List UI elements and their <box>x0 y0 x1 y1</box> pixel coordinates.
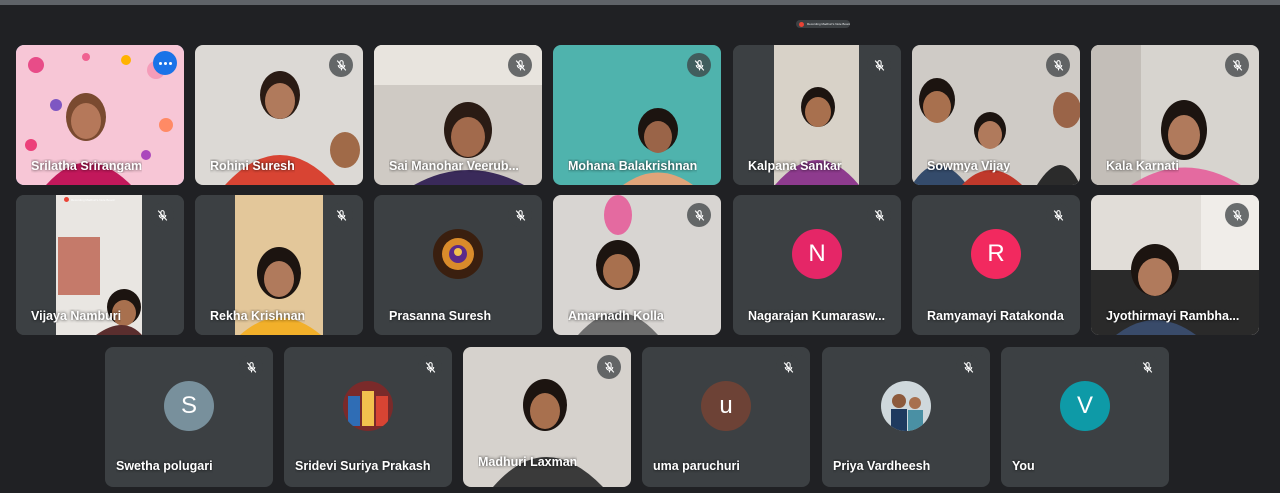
participant-tile-srilatha[interactable]: Srilatha Srirangam <box>16 45 184 185</box>
participant-name: Vijaya Namburi <box>31 309 122 323</box>
participant-tile-priya[interactable]: Priya Vardheesh <box>822 347 990 487</box>
participant-tile-sridevi[interactable]: Sridevi Suriya Prakash <box>284 347 452 487</box>
participant-name: Sowmya Vijay <box>927 159 1011 173</box>
mic-off-icon <box>1046 203 1070 227</box>
recording-text: Recording Madhuri's Note Board <box>807 22 850 26</box>
participant-name: uma paruchuri <box>653 459 740 473</box>
initial-avatar: S <box>164 380 214 431</box>
mic-off-icon <box>1225 203 1249 227</box>
participant-tile-mohana[interactable]: Mohana Balakrishnan <box>553 45 721 185</box>
participant-tile-kala[interactable]: Kala Karnati <box>1091 45 1259 185</box>
participant-name: Mohana Balakrishnan <box>568 159 698 173</box>
participant-name: Prasanna Suresh <box>389 309 492 323</box>
mic-off-icon <box>1135 355 1159 379</box>
mic-off-icon <box>687 53 711 77</box>
participant-tile-swetha[interactable]: S Swetha polugari <box>105 347 273 487</box>
participant-name: Sai Manohar Veerub... <box>389 159 519 173</box>
participant-tile-kalpana[interactable]: Kalpana Sankar <box>733 45 901 185</box>
initial-avatar: u <box>701 380 751 431</box>
participant-tile-ramyamayi[interactable]: R Ramyamayi Ratakonda <box>912 195 1080 335</box>
profile-photo-avatar <box>433 228 483 279</box>
participant-name: Rohini Suresh <box>210 159 295 173</box>
top-edge-bar <box>0 0 1280 5</box>
mic-off-icon <box>597 355 621 379</box>
participant-name: Kala Karnati <box>1106 159 1179 173</box>
participant-tile-rekha[interactable]: Rekha Krishnan <box>195 195 363 335</box>
participant-name: Priya Vardheesh <box>833 459 931 473</box>
mic-off-icon <box>867 203 891 227</box>
mic-off-icon <box>687 203 711 227</box>
profile-photo-avatar <box>343 380 393 431</box>
participant-tile-amarnadh[interactable]: Amarnadh Kolla <box>553 195 721 335</box>
mic-off-icon <box>508 203 532 227</box>
mic-off-icon <box>867 53 891 77</box>
mic-off-icon <box>956 355 980 379</box>
participant-tile-jyothirmayi[interactable]: Jyothirmayi Rambha... <box>1091 195 1259 335</box>
mic-off-icon <box>1225 53 1249 77</box>
participant-tile-uma[interactable]: u uma paruchuri <box>642 347 810 487</box>
screen-recording-indicator: Recording Madhuri's Note Board <box>64 197 114 202</box>
participant-name: You <box>1012 459 1035 473</box>
mic-off-icon <box>329 203 353 227</box>
mic-off-icon <box>776 355 800 379</box>
initial-avatar: N <box>792 228 842 279</box>
participant-name: Kalpana Sankar <box>748 159 842 173</box>
participant-tile-vijaya[interactable]: Recording Madhuri's Note Board Vijaya Na… <box>16 195 184 335</box>
mic-off-icon <box>239 355 263 379</box>
participant-tile-madhuri[interactable]: Madhuri Laxman <box>463 347 631 487</box>
participant-tile-prasanna[interactable]: Prasanna Suresh <box>374 195 542 335</box>
participant-tile-sai-manohar[interactable]: Sai Manohar Veerub... <box>374 45 542 185</box>
participant-tile-rohini[interactable]: Rohini Suresh <box>195 45 363 185</box>
mic-off-icon <box>329 53 353 77</box>
participant-tile-nagarajan[interactable]: N Nagarajan Kumarasw... <box>733 195 901 335</box>
recording-dot-icon <box>799 21 804 27</box>
participant-name: Amarnadh Kolla <box>568 309 664 323</box>
mic-off-icon <box>508 53 532 77</box>
participant-name: Swetha polugari <box>116 459 213 473</box>
profile-photo-avatar <box>881 380 931 431</box>
initial-avatar: V <box>1060 380 1110 431</box>
participant-name: Ramyamayi Ratakonda <box>927 309 1064 323</box>
initial-avatar: R <box>971 228 1021 279</box>
mic-off-icon <box>150 203 174 227</box>
participant-name: Jyothirmayi Rambha... <box>1106 309 1240 323</box>
participant-name: Rekha Krishnan <box>210 309 306 323</box>
participant-name: Madhuri Laxman <box>478 455 578 469</box>
participant-tile-sowmya[interactable]: Sowmya Vijay <box>912 45 1080 185</box>
participant-tile-you[interactable]: V You <box>1001 347 1169 487</box>
recording-indicator: Recording Madhuri's Note Board <box>796 20 850 28</box>
mic-off-icon <box>418 355 442 379</box>
participant-name: Srilatha Srirangam <box>31 159 143 173</box>
participant-name: Sridevi Suriya Prakash <box>295 459 431 473</box>
participant-name: Nagarajan Kumarasw... <box>748 309 886 323</box>
more-options-icon[interactable] <box>153 51 177 75</box>
mic-off-icon <box>1046 53 1070 77</box>
